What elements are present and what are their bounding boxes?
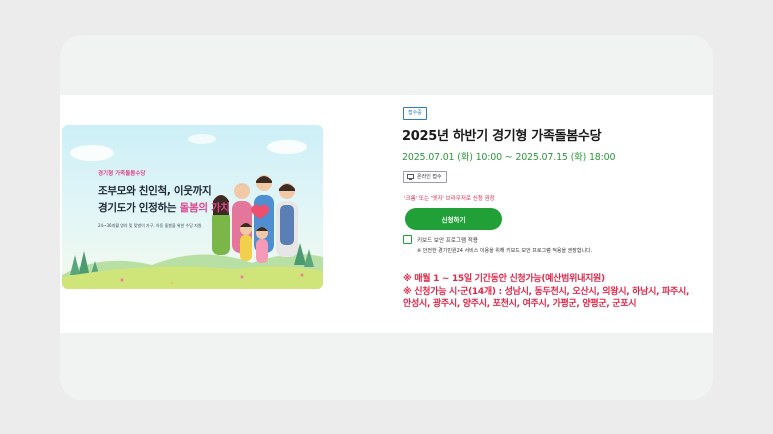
promo-banner-image: 경기형 가족돌봄수당 조부모와 친인척, 이웃까지 경기도가 인정하는 돌봄의 … — [62, 125, 323, 289]
banner-tag: 경기형 가족돌봄수당 — [98, 171, 146, 177]
banner-headline-highlight: 돌봄의 가치 — [179, 202, 230, 214]
page-title: 2025년 하반기 경기형 가족돌봄수당 — [402, 129, 602, 144]
banner-subtext: 24~36개월 영아 및 맞벌이 가구, 아동 돌봄을 위한 수당 지원 — [98, 223, 202, 228]
online-application-tag: 온라인 접수 — [403, 171, 447, 183]
application-period: 2025.07.01 (화) 10:00 ~ 2025.07.15 (화) 18… — [402, 152, 616, 163]
banner-headline-prefix: 경기도가 인정하는 — [98, 202, 180, 214]
monitor-icon — [407, 174, 414, 180]
keyboard-security-label: 키보드 보안 프로그램 적용 — [417, 237, 478, 244]
banner-headline-line1: 조부모와 친인척, 이웃까지 — [98, 185, 212, 197]
online-application-label: 온라인 접수 — [417, 174, 442, 180]
banner-headline-line2: 경기도가 인정하는 돌봄의 가치 — [98, 200, 230, 215]
keyboard-security-checkbox[interactable] — [403, 235, 412, 244]
notice-monthly-period: ※ 매월 1 ~ 15일 기간동안 신청가능(예산범위내지원) — [403, 274, 605, 284]
content-card: 경기형 가족돌봄수당 조부모와 친인척, 이웃까지 경기도가 인정하는 돌봄의 … — [60, 35, 713, 400]
keyboard-security-row: 키보드 보안 프로그램 적용 — [403, 235, 478, 244]
service-panel: 경기형 가족돌봄수당 조부모와 친인척, 이웃까지 경기도가 인정하는 돌봄의 … — [60, 95, 713, 333]
status-badge: 접수중 — [403, 107, 427, 120]
apply-button[interactable]: 신청하기 — [405, 208, 502, 230]
keyboard-security-note: ※ 안전한 경기민원24 서비스 이용을 위해 키보드 보안 프로그램 적용을 … — [417, 248, 593, 254]
browser-notice: '크롬' 또는 '엣지' 브라우저로 신청 권장 — [404, 196, 495, 202]
notice-eligible-cities-cont: 안성시, 광주시, 양주시, 포천시, 여주시, 가평군, 양평군, 군포시 — [403, 299, 637, 309]
